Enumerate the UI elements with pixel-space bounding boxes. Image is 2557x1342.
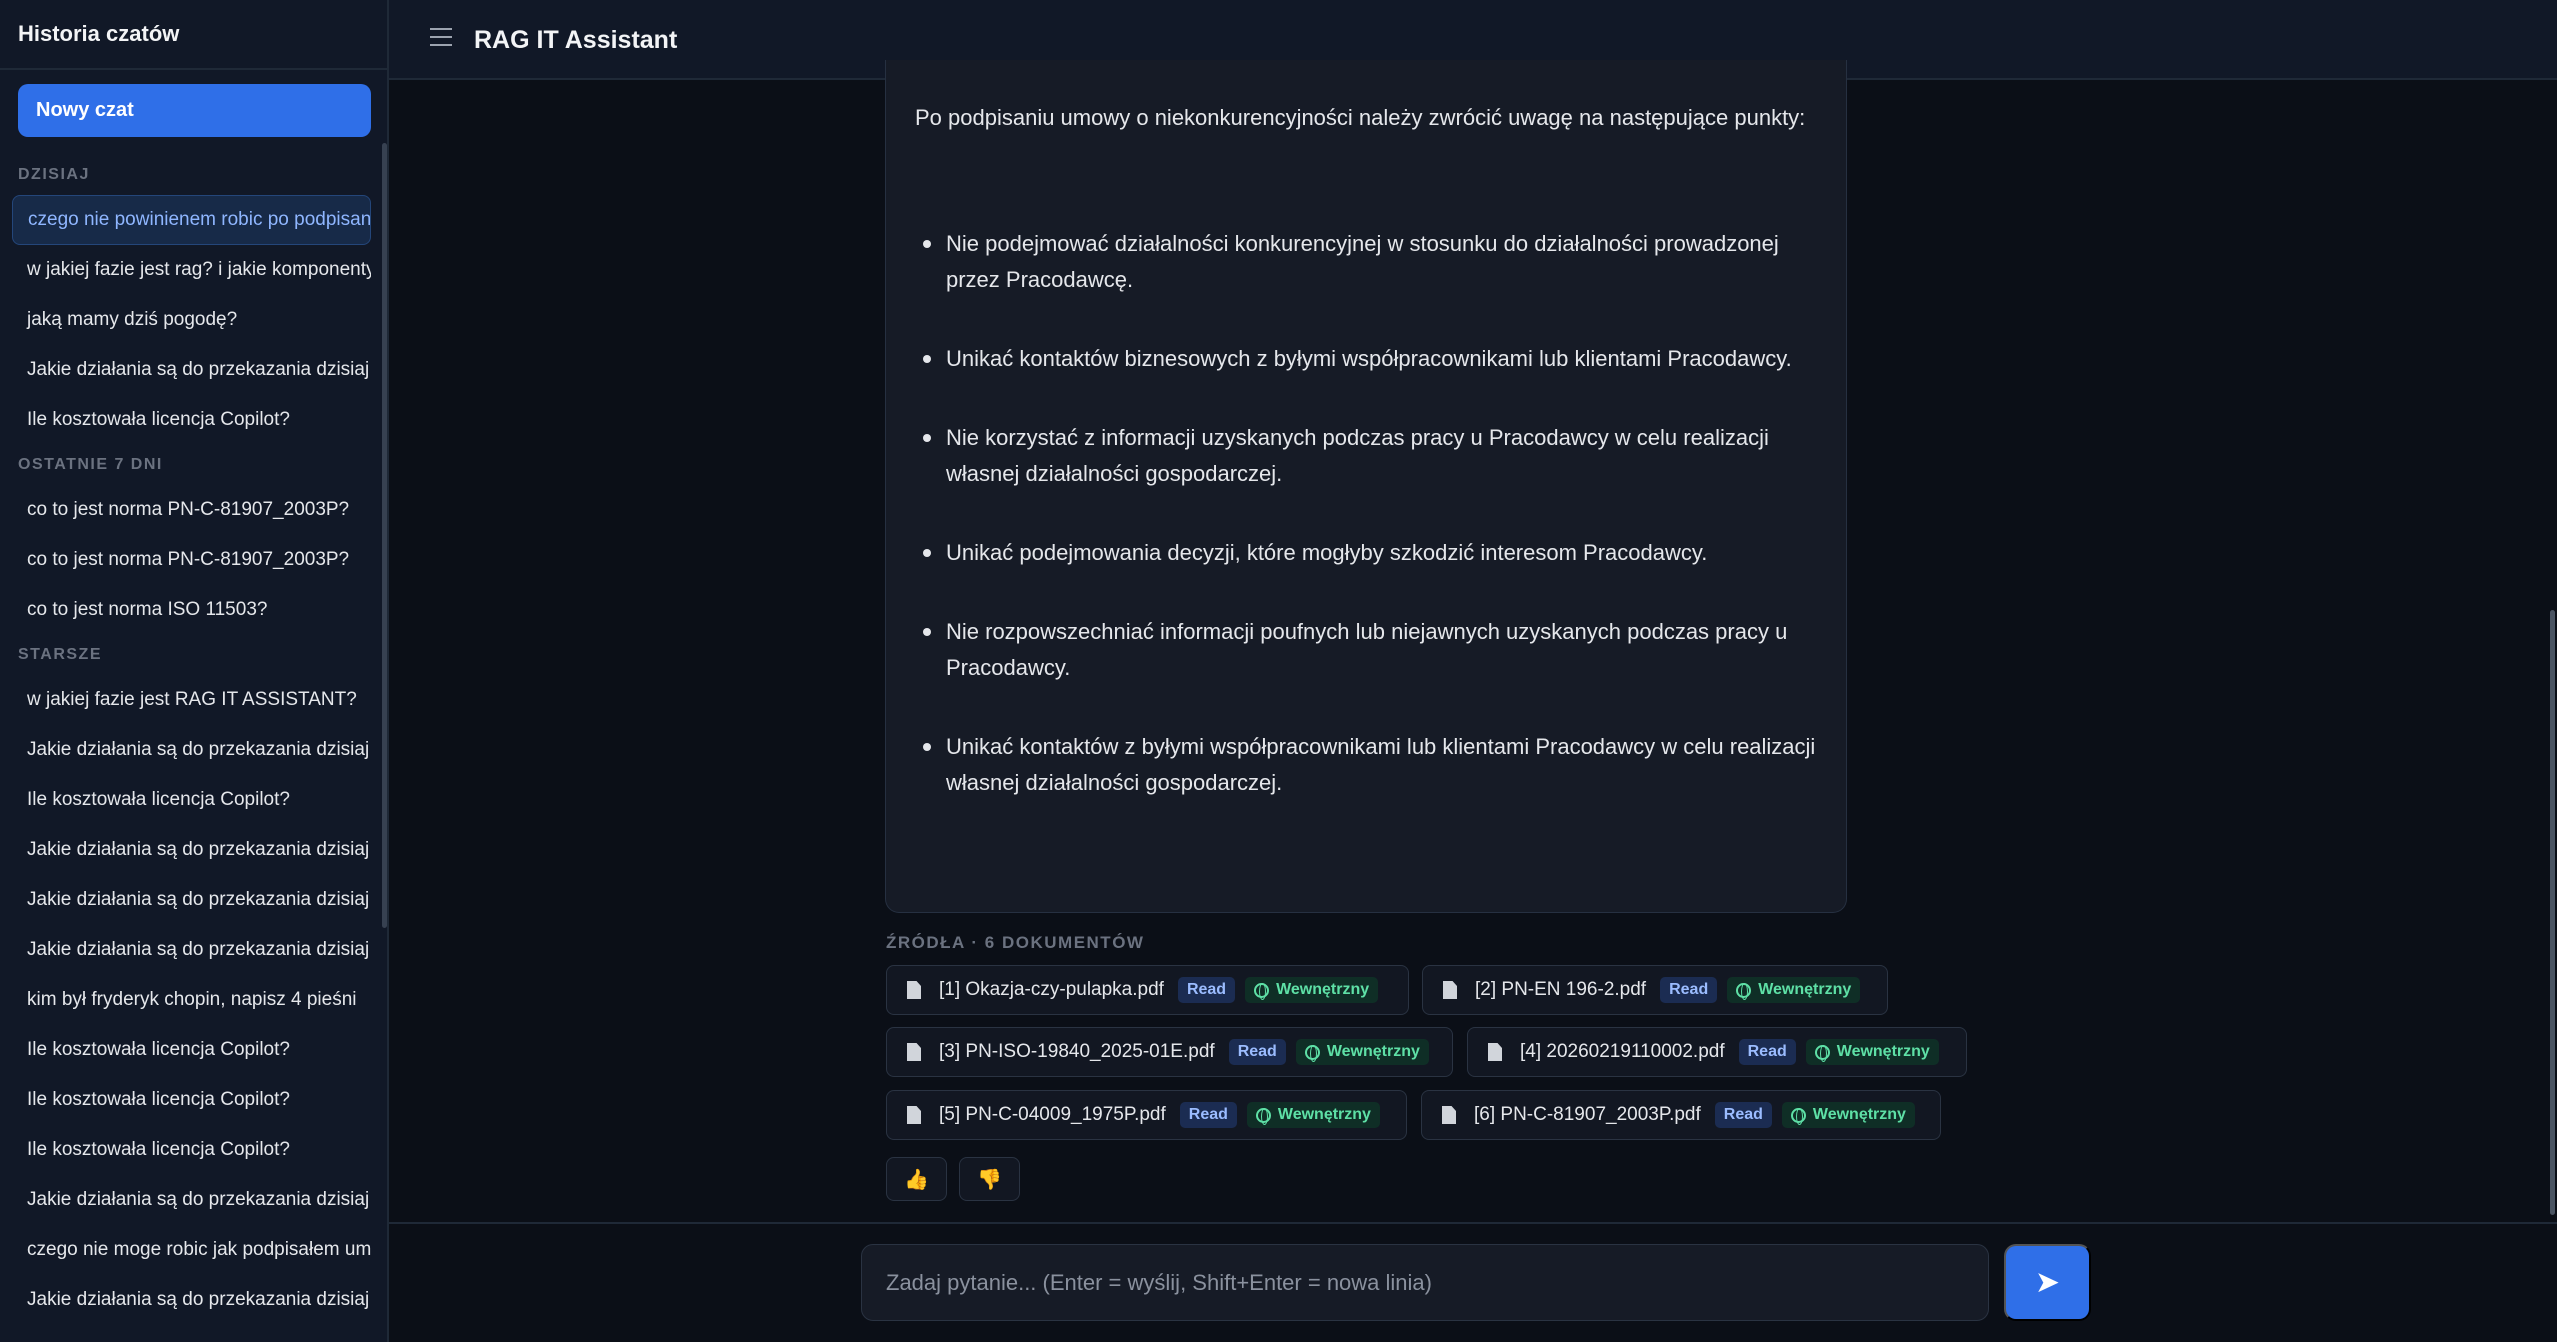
question-input[interactable]: Zadaj pytanie... (Enter = wyślij, Shift+…	[861, 1244, 1989, 1321]
new-chat-button[interactable]: Nowy czat	[18, 84, 371, 137]
source-name: [4] 20260219110002.pdf	[1520, 1041, 1725, 1062]
source-name: [5] PN-C-04009_1975P.pdf	[939, 1104, 1166, 1125]
chat-item[interactable]: Jakie działania są do przekazania dzisia…	[12, 925, 371, 975]
section-label-older: STARSZE	[18, 646, 102, 663]
sidebar-header: Historia czatów	[0, 0, 387, 70]
globe-icon	[1254, 982, 1270, 1000]
thumbs-down-button[interactable]: 👎	[959, 1157, 1020, 1201]
chat-item[interactable]: w jakiej fazie jest rag? i jakie kompone…	[12, 245, 371, 295]
send-button[interactable]: ➤	[2004, 1244, 2091, 1321]
message-bullet: Unikać kontaktów z byłymi współpracownik…	[915, 729, 1820, 801]
chat-item[interactable]: co to jest norma PN-C-81907_2003P?	[12, 535, 371, 585]
document-icon	[907, 1043, 921, 1061]
source-chip[interactable]: [6] PN-C-81907_2003P.pdf Read Wewnętrzny	[1421, 1090, 1941, 1140]
scope-badge: Wewnętrzny	[1805, 1039, 1939, 1065]
send-arrow-icon: ➤	[2034, 1266, 2061, 1299]
read-badge: Read	[1714, 1102, 1772, 1128]
chat-item[interactable]: czego nie powinienem robic po podpisaniu…	[12, 195, 371, 245]
chat-item[interactable]: co to jest norma ISO 11503?	[12, 585, 371, 635]
thumbs-up-icon: 👍	[904, 1168, 929, 1191]
scope-label: Wewnętrzny	[1276, 981, 1370, 998]
scope-badge: Wewnętrzny	[1246, 1102, 1380, 1128]
message-intro: Po podpisaniu umowy o niekonkurencyjnośc…	[915, 105, 1806, 130]
read-badge: Read	[1228, 1039, 1286, 1065]
message-bullet: Nie podejmować działalności konkurencyjn…	[915, 226, 1820, 298]
chat-item[interactable]: Jakie działania są do przekazania dzisia…	[12, 345, 371, 395]
scope-badge: Wewnętrzny	[1727, 977, 1861, 1003]
scope-label: Wewnętrzny	[1758, 981, 1852, 998]
document-icon	[1442, 1106, 1456, 1124]
chat-item[interactable]: Jakie działania są do przekazania dzisia…	[12, 875, 371, 925]
chat-item[interactable]: kim był fryderyk chopin, napisz 4 pieśni	[12, 975, 371, 1025]
sidebar-scrollbar[interactable]	[382, 143, 387, 928]
source-name: [3] PN-ISO-19840_2025-01E.pdf	[939, 1041, 1215, 1062]
source-chip[interactable]: [1] Okazja-czy-pulapka.pdf Read Wewnętrz…	[886, 965, 1409, 1015]
app-title: RAG IT Assistant	[474, 26, 678, 54]
chat-item[interactable]: Jakie działania są do przekazania dzisia…	[12, 1175, 371, 1225]
message-bullet: Nie korzystać z informacji uzyskanych po…	[915, 420, 1820, 492]
chat-item[interactable]: Ile kosztowała licencja Copilot?	[12, 1075, 371, 1125]
document-icon	[907, 981, 921, 999]
chat-item[interactable]: Ile kosztowała licencja Copilot?	[12, 775, 371, 825]
chat-item[interactable]: Ile kosztowała licencja Copilot?	[12, 1025, 371, 1075]
source-chip[interactable]: [4] 20260219110002.pdf Read Wewnętrzny	[1467, 1027, 1967, 1077]
message-bullet-list: Nie podejmować działalności konkurencyjn…	[915, 226, 1820, 844]
scope-label: Wewnętrzny	[1277, 1106, 1371, 1123]
chat-item[interactable]: Jakie działania są do przekazania dzisia…	[12, 725, 371, 775]
source-chip[interactable]: [3] PN-ISO-19840_2025-01E.pdf Read Wewnę…	[886, 1027, 1453, 1077]
source-name: [1] Okazja-czy-pulapka.pdf	[939, 979, 1164, 1000]
chat-item[interactable]: Jakie działania są do przekazania dzisia…	[12, 1275, 371, 1325]
thumbs-up-button[interactable]: 👍	[886, 1157, 947, 1201]
source-name: [2] PN-EN 196-2.pdf	[1475, 979, 1647, 1000]
chat-item[interactable]: czego nie moge robic jak podpisałem umow…	[12, 1225, 371, 1275]
app-root: Historia czatów Nowy czat DZISIAJ czego …	[0, 0, 2557, 1342]
chat-history-list: DZISIAJ czego nie powinienem robic po po…	[0, 155, 380, 1325]
globe-icon	[1790, 1107, 1806, 1125]
read-badge: Read	[1660, 977, 1718, 1003]
message-bullet: Nie rozpowszechniać informacji poufnych …	[915, 614, 1820, 686]
sidebar: Historia czatów Nowy czat DZISIAJ czego …	[0, 0, 389, 1342]
chat-item[interactable]: jaką mamy dziś pogodę?	[12, 295, 371, 345]
chat-item[interactable]: w jakiej fazie jest RAG IT ASSISTANT?	[12, 675, 371, 725]
assistant-message: Po podpisaniu umowy o niekonkurencyjnośc…	[885, 60, 1847, 913]
read-badge: Read	[1177, 977, 1236, 1003]
scope-badge: Wewnętrzny	[1295, 1039, 1429, 1065]
section-label-last7: OSTATNIE 7 DNI	[18, 456, 163, 473]
chat-item[interactable]: Ile kosztowała licencja Copilot?	[12, 1125, 371, 1175]
chat-item[interactable]: Jakie działania są do przekazania dzisia…	[12, 825, 371, 875]
thumbs-down-icon: 👎	[977, 1168, 1002, 1191]
chat-item[interactable]: co to jest norma PN-C-81907_2003P?	[12, 485, 371, 535]
globe-icon	[1255, 1107, 1271, 1125]
message-bullet: Unikać kontaktów biznesowych z byłymi ws…	[915, 341, 1820, 377]
scope-label: Wewnętrzny	[1836, 1043, 1930, 1060]
scope-badge: Wewnętrzny	[1245, 977, 1379, 1003]
sidebar-title: Historia czatów	[18, 21, 180, 46]
scope-label: Wewnętrzny	[1812, 1106, 1906, 1123]
read-badge: Read	[1738, 1039, 1796, 1065]
source-chip[interactable]: [5] PN-C-04009_1975P.pdf Read Wewnętrzny	[886, 1090, 1407, 1140]
document-icon	[1488, 1043, 1502, 1061]
source-chip[interactable]: [2] PN-EN 196-2.pdf Read Wewnętrzny	[1422, 965, 1888, 1015]
document-icon	[1443, 981, 1457, 999]
globe-icon	[1304, 1044, 1320, 1062]
globe-icon	[1736, 982, 1752, 1000]
hamburger-icon[interactable]	[430, 28, 452, 50]
document-icon	[907, 1106, 921, 1124]
globe-icon	[1814, 1044, 1830, 1062]
source-name: [6] PN-C-81907_2003P.pdf	[1474, 1104, 1701, 1125]
message-bullet: Unikać podejmowania decyzji, które mogły…	[915, 535, 1820, 571]
read-badge: Read	[1179, 1102, 1237, 1128]
main-scrollbar[interactable]	[2550, 610, 2555, 1215]
sources-label: ŹRÓDŁA · 6 DOKUMENTÓW	[886, 933, 1145, 952]
section-label-today: DZISIAJ	[18, 166, 90, 183]
scope-label: Wewnętrzny	[1326, 1043, 1420, 1060]
chat-item[interactable]: Ile kosztowała licencja Copilot?	[12, 395, 371, 445]
scope-badge: Wewnętrzny	[1781, 1102, 1915, 1128]
